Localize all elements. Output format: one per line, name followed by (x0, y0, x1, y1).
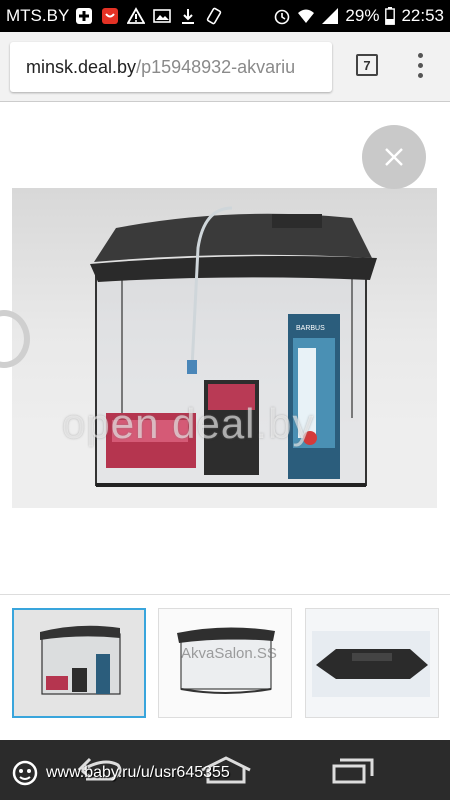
url-host: minsk.deal.by (26, 56, 137, 77)
heater-brand: BARBUS (296, 325, 325, 332)
watermark-url: www.baby.ru/u/usr645355 (46, 764, 230, 781)
menu-dot (417, 52, 423, 58)
browser-toolbar: minsk.deal.by/p15948932-akvariu 7 (0, 32, 450, 102)
carrier-name: MTS.BY (6, 6, 70, 25)
thumbnail-image (306, 609, 438, 717)
alarm-icon (275, 9, 290, 25)
aliexpress-icon (102, 8, 119, 24)
main-product-image[interactable]: BARBUS open deal.by (12, 188, 437, 508)
wifi-icon (298, 9, 315, 23)
signal-icon (322, 8, 339, 24)
status-right: 29% 22:53 (273, 6, 444, 26)
close-icon (385, 148, 403, 166)
thumbnail-2[interactable]: AkvaSalon.SS (158, 608, 292, 718)
image-watermark: open deal.by (62, 400, 315, 447)
thumbnail-image (14, 610, 144, 716)
clock: 22:53 (401, 6, 444, 25)
download-icon (182, 9, 195, 24)
notification-icons (75, 7, 223, 25)
warning-icon (127, 7, 146, 24)
aquarium-photo: BARBUS (12, 206, 437, 508)
thumbnail-watermark: AkvaSalon.SS (181, 645, 277, 662)
menu-dot (417, 72, 423, 78)
status-bar: MTS.BY 29% 22:53 (0, 0, 450, 32)
overflow-menu-button[interactable] (410, 50, 430, 80)
thumbnail-image (159, 609, 291, 717)
tab-switcher-button[interactable]: 7 (356, 54, 378, 76)
divider (0, 594, 450, 595)
url-path: /p15948932-akvariu (136, 56, 296, 77)
url-field[interactable]: minsk.deal.by/p15948932-akvariu (10, 42, 332, 92)
plus-icon (76, 8, 93, 24)
thumbnail-3[interactable] (305, 608, 439, 718)
battery-percent: 29% (345, 6, 380, 25)
thumbnail-1[interactable] (12, 608, 146, 718)
battery-icon (385, 7, 396, 25)
vibrate-icon (207, 7, 222, 25)
recent-apps-icon[interactable] (330, 756, 376, 784)
baby-logo-icon (12, 760, 38, 786)
image-icon (153, 9, 172, 23)
close-viewer-button[interactable] (362, 125, 426, 189)
menu-dot (417, 62, 423, 68)
